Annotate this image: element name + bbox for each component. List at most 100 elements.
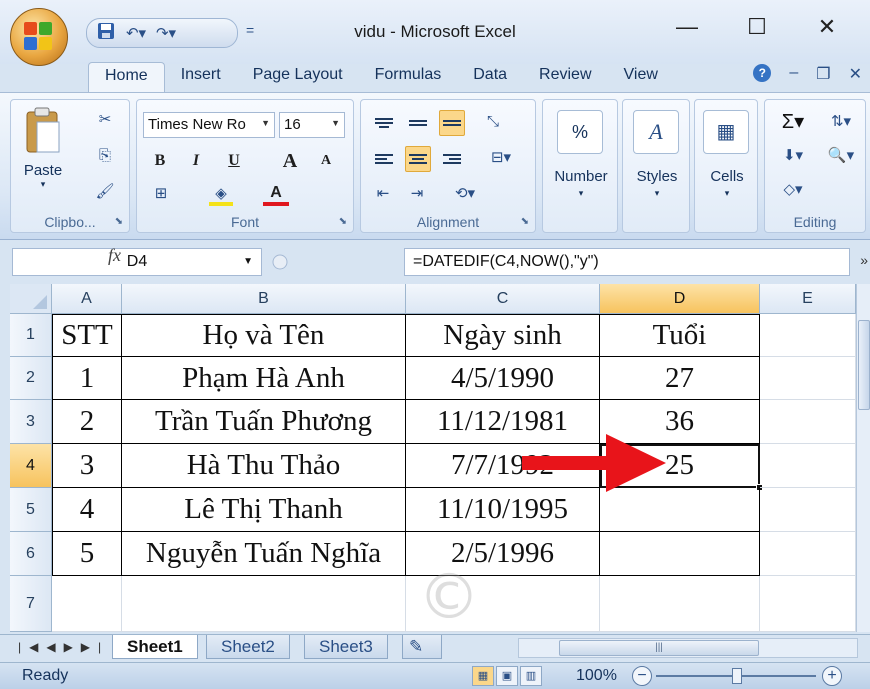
cell-a7[interactable] [52,576,122,632]
dialog-launcher-icon[interactable]: ⬊ [339,216,347,227]
dialog-launcher-icon[interactable]: ⬊ [521,216,529,227]
minimize-button[interactable]: — [652,14,722,40]
underline-button[interactable]: U [221,148,247,174]
cut-icon[interactable]: ✂ [93,108,117,132]
row-header-3[interactable]: 3 [10,400,52,444]
cell-a4[interactable]: 3 [52,444,122,488]
ribbon-close-icon[interactable]: ✕ [849,64,862,84]
cell-e1[interactable] [760,314,856,357]
row-header-4[interactable]: 4 [10,444,52,488]
sheet-tab-sheet3[interactable]: Sheet3 [304,635,388,659]
row-header-6[interactable]: 6 [10,532,52,576]
tab-view[interactable]: View [608,62,674,92]
expand-formula-bar-icon[interactable]: » [860,252,868,268]
autosum-icon[interactable]: Σ▾ [773,110,813,134]
font-size-select[interactable]: 16 ▼ [279,112,345,138]
clear-icon[interactable]: ◇▾ [773,178,813,202]
align-bottom-icon[interactable] [439,110,465,136]
dialog-launcher-icon[interactable]: ⬊ [115,216,123,227]
paste-button[interactable]: Paste ▾ [17,106,69,190]
insert-function-icon[interactable]: fx [108,245,121,266]
align-top-icon[interactable] [371,110,397,136]
normal-view-icon[interactable]: ▦ [472,666,494,686]
ribbon-minimize-icon[interactable]: – [789,64,798,84]
sheet-tab-sheet1[interactable]: Sheet1 [112,635,198,659]
row-header-2[interactable]: 2 [10,357,52,400]
grow-font-button[interactable]: A [277,148,303,174]
page-layout-view-icon[interactable]: ▣ [496,666,518,686]
fill-color-icon[interactable]: ◈ [209,182,233,206]
cell-c2[interactable]: 4/5/1990 [406,357,600,400]
office-button[interactable] [10,8,68,66]
insert-sheet-icon[interactable]: ✎ [402,635,442,659]
zoom-out-button[interactable]: − [632,666,652,686]
increase-indent-icon[interactable]: ⇥ [405,182,429,206]
align-right-icon[interactable] [439,146,465,172]
font-color-button[interactable]: A [263,180,289,206]
tab-formulas[interactable]: Formulas [359,62,458,92]
select-all-corner[interactable] [10,284,52,314]
italic-button[interactable]: I [183,148,209,174]
fill-icon[interactable]: ⬇▾ [773,144,813,168]
copy-icon[interactable]: ⎘ [93,144,117,168]
zoom-level[interactable]: 100% [576,667,617,685]
name-box[interactable]: D4 ▼ [12,248,262,276]
column-header-c[interactable]: C [406,284,600,314]
merge-center-icon[interactable]: ⊟▾ [481,146,521,170]
number-group[interactable]: % Number ▾ [542,99,618,233]
cell-e3[interactable] [760,400,856,444]
zoom-slider-knob[interactable] [732,668,742,684]
column-header-a[interactable]: A [52,284,122,314]
maximize-button[interactable]: ☐ [722,14,792,40]
horizontal-scroll-thumb[interactable]: ||| [559,640,759,656]
row-header-1[interactable]: 1 [10,314,52,357]
tab-page-layout[interactable]: Page Layout [237,62,359,92]
cell-a5[interactable]: 4 [52,488,122,532]
page-break-view-icon[interactable]: ▥ [520,666,542,686]
cell-b2[interactable]: Phạm Hà Anh [122,357,406,400]
formula-input[interactable]: =DATEDIF(C4,NOW(),"y") [404,248,850,276]
sheet-tab-sheet2[interactable]: Sheet2 [206,635,290,659]
find-select-icon[interactable]: 🔍▾ [821,144,861,168]
cell-c1[interactable]: Ngày sinh [406,314,600,357]
row-header-7[interactable]: 7 [10,576,52,632]
ribbon-restore-icon[interactable]: ❐ [816,64,830,84]
vertical-scroll-thumb[interactable] [858,320,870,410]
column-header-e[interactable]: E [760,284,856,314]
horizontal-scrollbar[interactable]: ||| [518,638,858,658]
zoom-in-button[interactable]: + [822,666,842,686]
column-header-d[interactable]: D [600,284,760,314]
align-center-icon[interactable] [405,146,431,172]
cell-a1[interactable]: STT [52,314,122,357]
cell-b4[interactable]: Hà Thu Thảo [122,444,406,488]
shrink-font-button[interactable]: A [313,148,339,174]
styles-group[interactable]: A Styles ▾ [622,99,690,233]
cell-e4[interactable] [760,444,856,488]
formula-bar-splitter[interactable] [266,248,402,276]
cell-a2[interactable]: 1 [52,357,122,400]
font-name-select[interactable]: Times New Ro ▼ [143,112,275,138]
cell-e5[interactable] [760,488,856,532]
wrap-text-icon[interactable]: ⟲▾ [445,182,485,206]
cell-a6[interactable]: 5 [52,532,122,576]
cell-b6[interactable]: Nguyễn Tuấn Nghĩa [122,532,406,576]
decrease-indent-icon[interactable]: ⇤ [371,182,395,206]
tab-data[interactable]: Data [457,62,523,92]
borders-icon[interactable]: ⊞ [149,182,173,206]
orientation-icon[interactable]: ⤡ [481,110,505,134]
tab-insert[interactable]: Insert [165,62,237,92]
tab-home[interactable]: Home [88,62,165,92]
cells-group[interactable]: ▦ Cells ▾ [694,99,758,233]
cell-b5[interactable]: Lê Thị Thanh [122,488,406,532]
bold-button[interactable]: B [147,148,173,174]
sort-filter-icon[interactable]: ⇅▾ [821,110,861,134]
cell-e2[interactable] [760,357,856,400]
help-icon[interactable]: ? [753,64,772,82]
format-painter-icon[interactable]: 🖌 [93,180,117,204]
align-left-icon[interactable] [371,146,397,172]
cell-d2[interactable]: 27 [600,357,760,400]
align-middle-icon[interactable] [405,110,431,136]
row-header-5[interactable]: 5 [10,488,52,532]
cell-b1[interactable]: Họ và Tên [122,314,406,357]
tab-review[interactable]: Review [523,62,607,92]
